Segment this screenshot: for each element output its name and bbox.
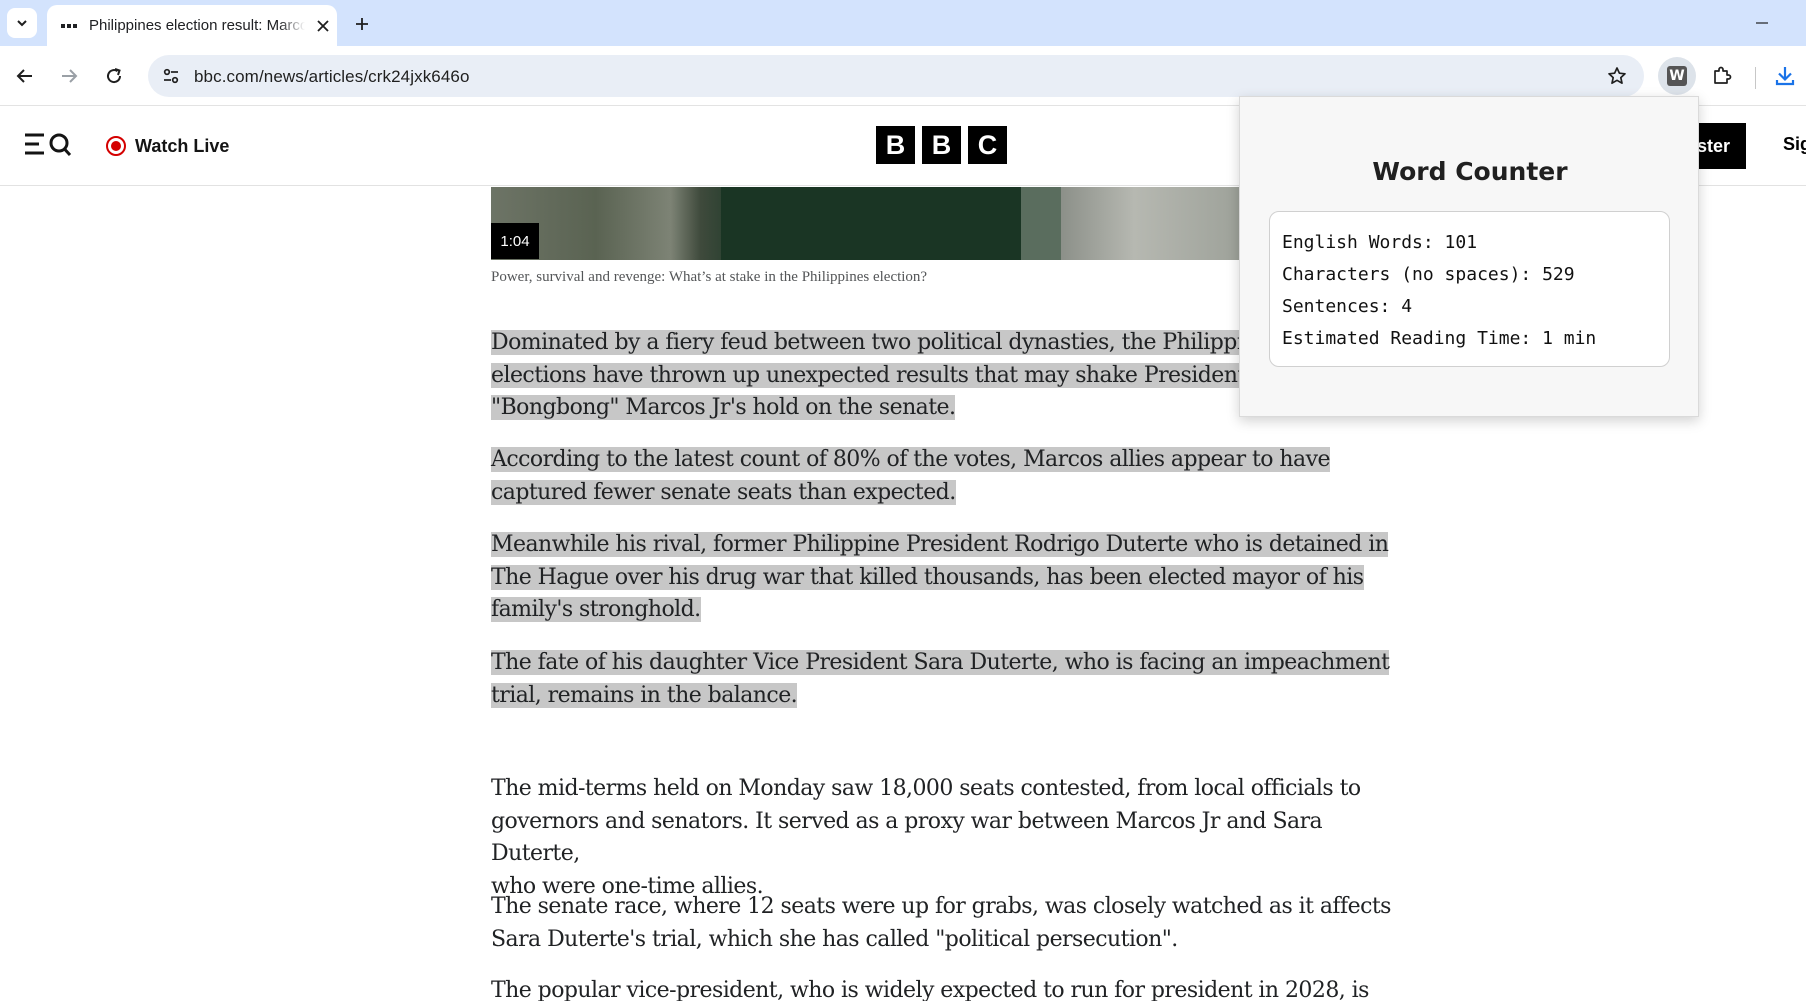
sign-in-link[interactable]: Sign In xyxy=(1783,134,1806,155)
downloads-button[interactable] xyxy=(1768,59,1802,93)
address-bar[interactable]: bbc.com/news/articles/crk24jxk646o xyxy=(148,55,1644,97)
menu-search-icon xyxy=(25,133,72,157)
word-counter-title: Word Counter xyxy=(1372,157,1568,186)
sentences-stat: Sentences: 4 xyxy=(1282,296,1413,317)
video-thumbnail-figure xyxy=(721,187,1021,260)
english-words-stat: English Words: 101 xyxy=(1282,232,1478,253)
watch-live-link[interactable]: Watch Live xyxy=(106,133,229,159)
tab-favicon-icon xyxy=(61,23,77,28)
selected-text-line: elections have thrown up unexpected resu… xyxy=(491,362,1362,388)
arrow-right-icon xyxy=(62,69,78,83)
article-paragraph-selected: Meanwhile his rival, former Philippine P… xyxy=(491,529,1391,627)
bookmark-star-icon[interactable] xyxy=(1602,61,1632,91)
selected-text-line: "Bongbong" Marcos Jr's hold on the senat… xyxy=(491,395,956,420)
site-info-icon[interactable] xyxy=(156,61,186,91)
chevron-down-icon xyxy=(17,20,27,27)
plus-icon xyxy=(356,18,368,30)
word-counter-w-icon: W xyxy=(1667,66,1687,86)
text-line: The senate race, where 12 seats were up … xyxy=(491,894,1391,919)
menu-search-button[interactable] xyxy=(24,130,74,160)
minimize-icon xyxy=(1756,22,1768,24)
reading-time-stat: Estimated Reading Time: 1 min xyxy=(1282,328,1597,349)
bbc-logo-letter: B xyxy=(876,126,915,164)
article-paragraph-selected: The fate of his daughter Vice President … xyxy=(491,647,1391,712)
back-button[interactable] xyxy=(8,59,42,93)
text-line: The mid-terms held on Monday saw 18,000 … xyxy=(491,776,1361,801)
selected-text-line: The Hague over his drug war that killed … xyxy=(491,564,1364,590)
extensions-button[interactable] xyxy=(1705,59,1739,93)
puzzle-icon xyxy=(1714,66,1732,84)
characters-stat: Characters (no spaces): 529 xyxy=(1282,264,1575,285)
bbc-logo[interactable]: B B C xyxy=(876,126,1007,164)
selected-text-line: captured fewer senate seats than expecte… xyxy=(491,479,956,505)
video-caption: Power, survival and revenge: What’s at s… xyxy=(491,269,928,285)
window-minimize-button[interactable] xyxy=(1740,8,1784,38)
selected-text-line: trial, remains in the balance. xyxy=(491,682,798,708)
active-tab[interactable]: Philippines election result: Marcos alli… xyxy=(47,5,337,46)
bbc-logo-letter: B xyxy=(922,126,961,164)
video-player[interactable] xyxy=(491,187,1239,260)
url-text: bbc.com/news/articles/crk24jxk646o xyxy=(194,67,470,86)
word-counter-stats-box: English Words: 101 Characters (no spaces… xyxy=(1269,211,1670,367)
article-paragraph: The mid-terms held on Monday saw 18,000 … xyxy=(491,773,1391,903)
new-tab-button[interactable] xyxy=(347,9,377,39)
toolbar-separator xyxy=(1755,67,1756,89)
video-duration-badge: 1:04 xyxy=(491,223,539,259)
reload-icon xyxy=(107,68,122,84)
word-counter-popup: Word Counter English Words: 101 Characte… xyxy=(1239,96,1699,417)
article-paragraph-selected: According to the latest count of 80% of … xyxy=(491,444,1391,509)
arrow-left-icon xyxy=(16,69,32,83)
tab-search-button[interactable] xyxy=(7,8,37,38)
video-thumbnail-arm xyxy=(1021,187,1061,260)
article-paragraph: The popular vice-president, who is widel… xyxy=(491,975,1391,1001)
text-line: The popular vice-president, who is widel… xyxy=(491,978,1369,1001)
bbc-logo-letter: C xyxy=(968,126,1007,164)
watch-live-label: Watch Live xyxy=(135,135,230,156)
download-icon xyxy=(1775,67,1795,86)
article-paragraph: The senate race, where 12 seats were up … xyxy=(491,891,1391,956)
word-counter-extension-button[interactable]: W xyxy=(1658,57,1696,95)
tab-title: Philippines election result: Marcos alli… xyxy=(89,17,305,34)
live-record-icon xyxy=(106,136,126,156)
selected-text-line: According to the latest count of 80% of … xyxy=(491,447,1331,472)
selected-text-line: Meanwhile his rival, former Philippine P… xyxy=(491,532,1389,557)
text-line: governors and senators. It served as a p… xyxy=(491,808,1323,867)
selected-text-line: family's stronghold. xyxy=(491,597,701,622)
tab-strip: Philippines election result: Marcos alli… xyxy=(0,0,1806,46)
reload-button[interactable] xyxy=(97,59,131,93)
forward-button[interactable] xyxy=(52,59,86,93)
tab-close-icon[interactable] xyxy=(313,16,333,36)
text-line: Sara Duterte's trial, which she has call… xyxy=(491,926,1178,952)
selected-text-line: The fate of his daughter Vice President … xyxy=(491,650,1390,675)
